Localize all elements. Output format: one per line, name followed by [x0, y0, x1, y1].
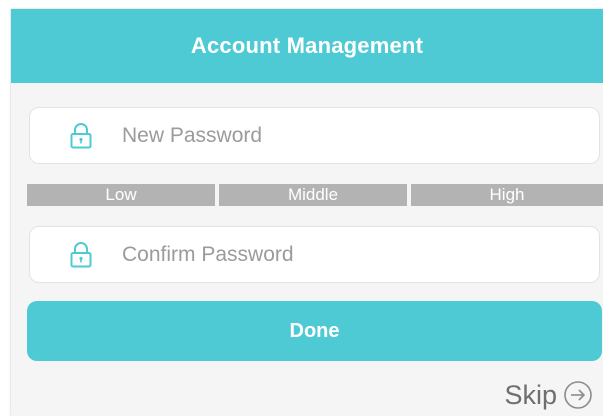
confirm-password-field[interactable]: Confirm Password	[29, 226, 600, 283]
strength-middle-segment: Middle	[219, 184, 407, 206]
confirm-password-placeholder: Confirm Password	[122, 242, 294, 266]
account-management-dialog: Account Management New Password Low Midd…	[11, 9, 603, 416]
skip-label: Skip	[504, 379, 557, 410]
dialog-header: Account Management	[11, 9, 603, 83]
new-password-placeholder: New Password	[122, 123, 263, 147]
password-strength-meter: Low Middle High	[27, 184, 603, 206]
new-password-field[interactable]: New Password	[29, 107, 600, 164]
strength-high-segment: High	[411, 184, 603, 206]
done-button[interactable]: Done	[27, 301, 602, 361]
dialog-title: Account Management	[190, 33, 424, 58]
skip-button[interactable]: Skip	[504, 378, 593, 412]
arrow-right-circle-icon	[563, 380, 593, 410]
strength-low-segment: Low	[27, 184, 215, 206]
lock-icon	[70, 123, 92, 149]
lock-icon	[70, 242, 92, 268]
